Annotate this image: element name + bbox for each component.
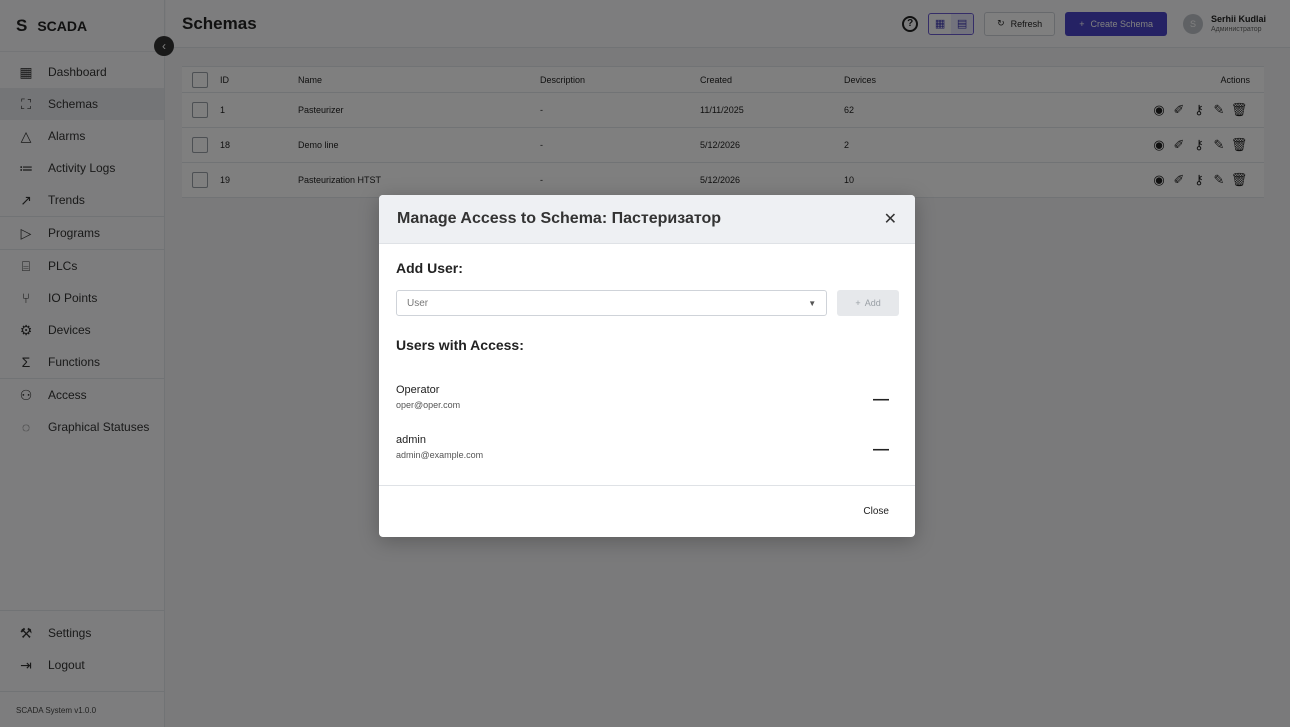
list-item: Operator oper@oper.com — [396, 384, 899, 434]
add-user-button[interactable]: + Add [837, 290, 899, 316]
remove-user-button[interactable]: — [873, 391, 889, 409]
list-item: admin admin@example.com — [396, 434, 899, 484]
chevron-down-icon: ▼ [808, 298, 817, 308]
access-user-email: oper@oper.com [396, 400, 461, 410]
dialog-footer: Close [379, 485, 915, 537]
dialog-header: Manage Access to Schema: Пастеризатор ✕ [379, 195, 915, 244]
access-user-email: admin@example.com [396, 450, 484, 460]
manage-access-dialog: Manage Access to Schema: Пастеризатор ✕ … [379, 195, 915, 537]
access-user-name: admin [396, 434, 426, 446]
dialog-title: Manage Access to Schema: Пастеризатор [397, 210, 722, 227]
close-icon[interactable]: ✕ [884, 209, 897, 229]
user-access-list: Operator oper@oper.com — admin admin@exa… [396, 384, 899, 484]
add-user-heading: Add User: [396, 260, 463, 276]
remove-user-button[interactable]: — [873, 441, 889, 459]
add-user-row: User ▼ + Add [396, 290, 899, 316]
user-select-placeholder: User [407, 297, 429, 309]
close-button[interactable]: Close [863, 506, 889, 517]
add-label: Add [864, 298, 881, 308]
users-with-access-heading: Users with Access: [396, 337, 524, 353]
user-select[interactable]: User ▼ [396, 290, 828, 316]
dialog-body: Add User: User ▼ + Add Users with Access:… [379, 244, 915, 484]
access-user-name: Operator [396, 384, 440, 396]
plus-icon: + [855, 298, 861, 308]
